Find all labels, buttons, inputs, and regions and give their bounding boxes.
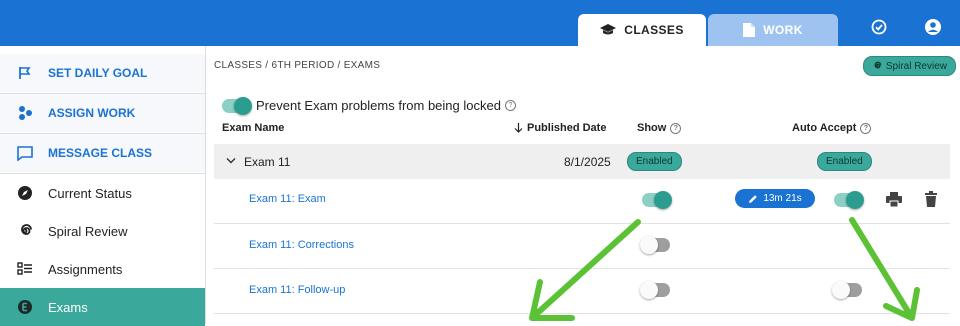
exam-link-follow-up[interactable]: Exam 11: Follow-up <box>249 284 345 296</box>
spiral-icon <box>16 222 34 240</box>
message-icon <box>16 144 34 162</box>
column-exam-name[interactable]: Exam Name <box>222 122 284 134</box>
timer-label: 13m 21s <box>763 193 802 204</box>
column-auto-accept: Auto Accept ? <box>792 122 872 134</box>
arrow-down-icon <box>514 123 523 133</box>
column-published-date[interactable]: Published Date <box>514 122 606 134</box>
flag-icon <box>16 64 34 82</box>
spiral-review-badge[interactable]: Spiral Review <box>862 56 956 76</box>
message-class-label: MESSAGE CLASS <box>48 146 153 160</box>
set-daily-goal-label: SET DAILY GOAL <box>48 66 148 80</box>
auto-accept-toggle-follow-up[interactable] <box>832 281 862 299</box>
exam-group-row[interactable]: Exam 11 8/1/2025 Enabled Enabled <box>214 144 950 179</box>
tab-classes-label: CLASSES <box>624 23 684 37</box>
row-divider <box>214 223 950 224</box>
sidebar-item-label: Spiral Review <box>48 223 128 239</box>
tab-work[interactable]: WORK <box>708 14 838 46</box>
message-class-button[interactable]: MESSAGE CLASS <box>0 134 205 172</box>
help-icon[interactable]: ? <box>670 122 682 134</box>
show-toggle-corrections[interactable] <box>640 236 670 254</box>
auto-accept-status-badge: Enabled <box>817 152 872 171</box>
top-bar: CLASSES WORK <box>0 0 960 46</box>
exam-icon <box>16 298 34 316</box>
auto-accept-toggle-exam[interactable] <box>834 191 864 209</box>
sidebar-item-label: Current Status <box>48 185 132 201</box>
exam-link-exam[interactable]: Exam 11: Exam <box>249 193 326 205</box>
show-status-badge: Enabled <box>627 152 682 171</box>
account-icon[interactable] <box>922 16 944 38</box>
tab-work-label: WORK <box>763 23 803 37</box>
prevent-lock-toggle[interactable] <box>222 97 252 115</box>
exam-group-date: 8/1/2025 <box>564 155 611 169</box>
assign-icon <box>16 104 34 122</box>
print-icon[interactable] <box>886 192 902 207</box>
main-content: CLASSES / 6TH PERIOD / EXAMS Spiral Revi… <box>206 46 960 324</box>
chevron-down-icon[interactable] <box>226 157 236 165</box>
assign-work-button[interactable]: ASSIGN WORK <box>0 94 205 132</box>
sidebar: SET DAILY GOAL ASSIGN WORK MESSAGE CLASS… <box>0 46 206 326</box>
row-divider <box>214 268 950 269</box>
help-icon[interactable]: ? <box>504 100 516 111</box>
check-circle-icon[interactable] <box>868 16 890 38</box>
timer-button[interactable]: 13m 21s <box>735 189 815 208</box>
compass-icon <box>16 184 34 202</box>
help-icon[interactable]: ? <box>860 122 872 134</box>
sidebar-item-current-status[interactable]: Current Status <box>0 174 205 212</box>
tab-classes[interactable]: CLASSES <box>578 14 706 46</box>
sidebar-item-exams[interactable]: Exams <box>0 288 205 326</box>
column-show: Show ? <box>637 122 682 134</box>
breadcrumb: CLASSES / 6TH PERIOD / EXAMS <box>214 60 381 71</box>
trash-icon[interactable] <box>925 191 937 207</box>
sidebar-item-assignments[interactable]: Assignments <box>0 250 205 288</box>
show-toggle-follow-up[interactable] <box>640 281 670 299</box>
sidebar-item-label: Exams <box>48 299 88 315</box>
list-icon <box>16 260 34 278</box>
exam-link-corrections[interactable]: Exam 11: Corrections <box>249 239 354 251</box>
pencil-icon <box>749 194 758 203</box>
show-toggle-exam[interactable] <box>642 191 672 209</box>
graduation-cap-icon <box>600 24 617 35</box>
spiral-badge-label: Spiral Review <box>885 60 947 72</box>
sidebar-item-spiral-review[interactable]: Spiral Review <box>0 212 205 250</box>
sidebar-item-label: Assignments <box>48 261 123 277</box>
row-divider <box>214 313 950 314</box>
prevent-lock-label: Prevent Exam problems from being locked … <box>256 98 516 113</box>
set-daily-goal-button[interactable]: SET DAILY GOAL <box>0 54 205 92</box>
spiral-icon <box>874 61 882 69</box>
assign-work-label: ASSIGN WORK <box>48 106 136 120</box>
document-icon <box>743 23 756 37</box>
exam-group-name: Exam 11 <box>244 155 291 169</box>
